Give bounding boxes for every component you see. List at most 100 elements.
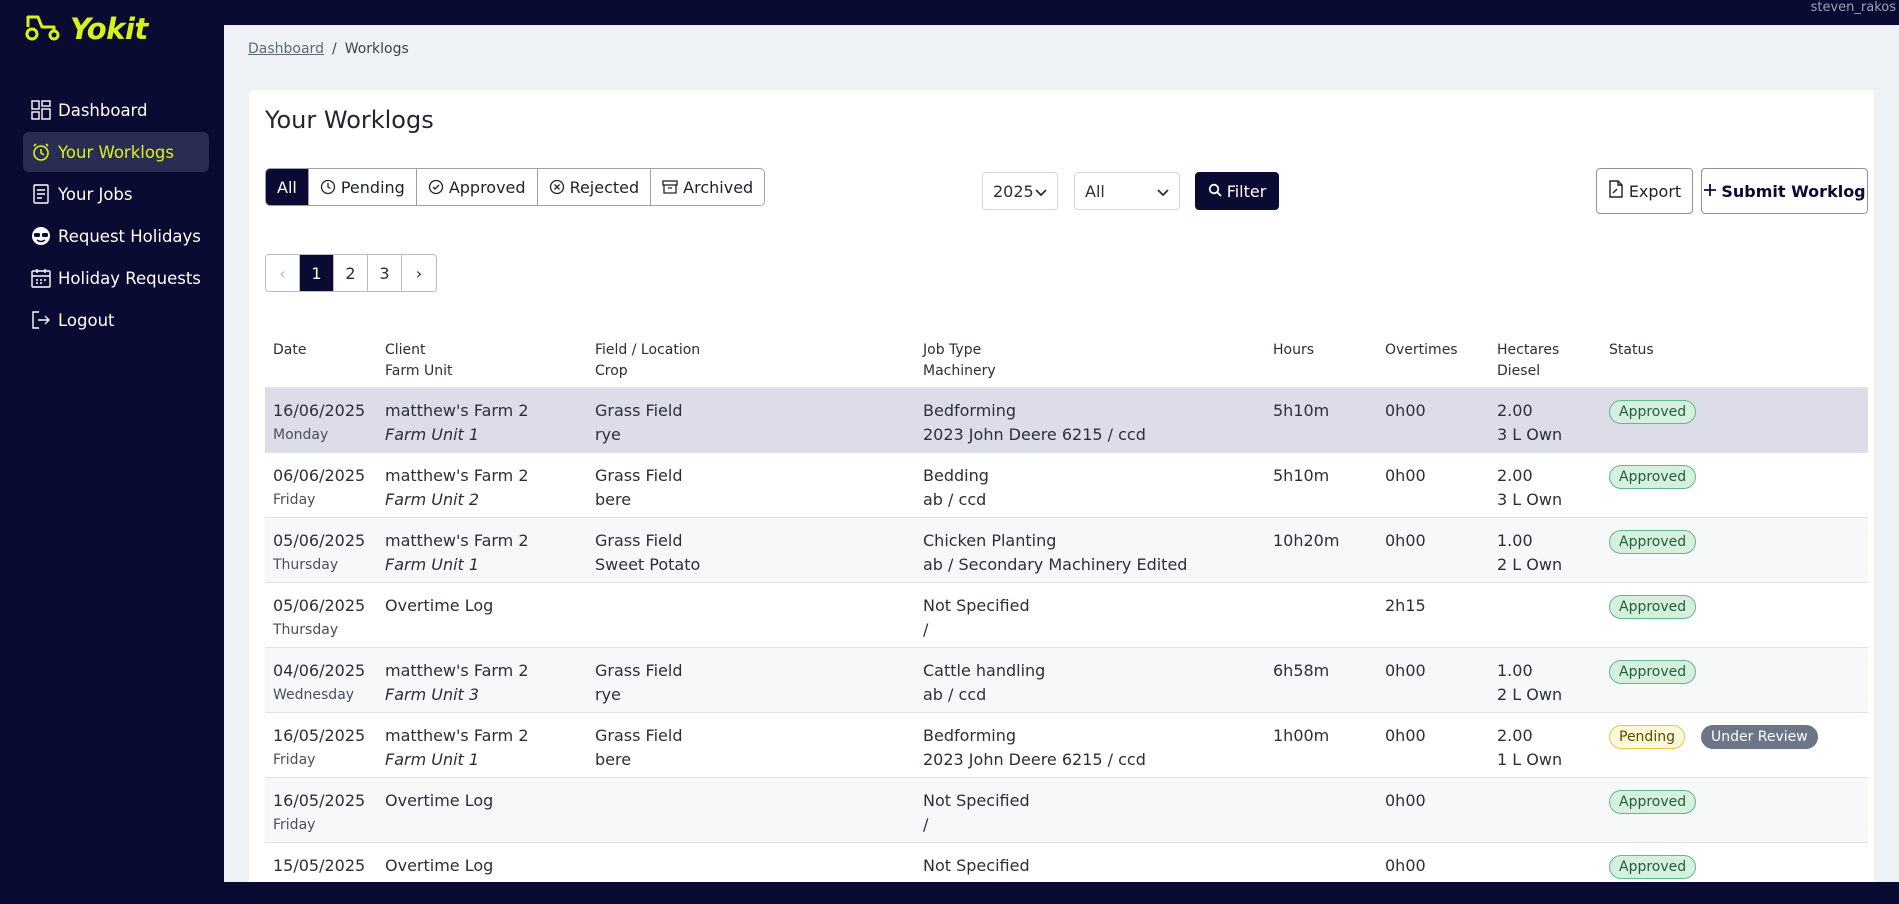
status-tabs: All Pending Approved Rejected Archived xyxy=(265,168,766,206)
cell-date-day: Friday xyxy=(273,817,316,833)
top-bar: steven_rakos xyxy=(0,0,1899,25)
cell-field-crop: Sweet Potato xyxy=(595,555,701,574)
cell-client-client: matthew's Farm 2 xyxy=(385,466,529,485)
cell-date-date: 06/06/2025 xyxy=(273,466,366,485)
status-badge: Approved xyxy=(1609,400,1697,424)
cell-job: Bedforming 2023 John Deere 6215 / ccd xyxy=(915,713,1265,777)
header-date[interactable]: Date xyxy=(265,340,377,387)
pagination-prev-button[interactable]: ‹ xyxy=(266,255,300,291)
status-badge: Approved xyxy=(1609,660,1697,684)
status-badge: Pending xyxy=(1609,725,1685,749)
cell-date-day: Monday xyxy=(273,427,329,443)
cell-job-machinery: / xyxy=(923,620,929,639)
cell-hectares: 2.00 1 L Own xyxy=(1489,713,1601,777)
archive-icon xyxy=(662,179,678,195)
cell-job-job-type: Not Specified xyxy=(923,856,1030,875)
tab-label: Rejected xyxy=(569,177,640,197)
sidebar-item-your-jobs[interactable]: Your Jobs xyxy=(23,174,209,214)
header-job-type[interactable]: Job Type Machinery xyxy=(915,340,1265,387)
pagination-page-3[interactable]: 3 xyxy=(368,255,402,291)
table-row[interactable]: 06/06/2025 Friday matthew's Farm 2 Farm Uni… xyxy=(265,453,1868,518)
table-row[interactable]: 05/06/2025 Thursday Overtime Log Not Specif… xyxy=(265,583,1868,648)
type-select[interactable]: All xyxy=(1074,172,1180,210)
username-label[interactable]: steven_rakos xyxy=(1811,0,1896,15)
filter-button[interactable]: Filter xyxy=(1195,172,1279,210)
tab-label: All xyxy=(277,177,297,197)
tractor-icon xyxy=(24,13,62,45)
table-row[interactable]: 16/05/2025 Friday matthew's Farm 2 Farm Uni… xyxy=(265,713,1868,778)
sidebar-item-request-holidays[interactable]: Request Holidays xyxy=(23,216,209,256)
header-overtimes[interactable]: Overtimes xyxy=(1377,340,1489,387)
cell-date-date: 05/06/2025 xyxy=(273,531,366,550)
table-row[interactable]: 04/06/2025 Wednesday matthew's Farm 2 Farm … xyxy=(265,648,1868,713)
tab-archived[interactable]: Archived xyxy=(651,169,765,205)
header-hours[interactable]: Hours xyxy=(1265,340,1377,387)
cell-field-field: Grass Field xyxy=(595,661,683,680)
cell-status: Approved xyxy=(1601,648,1868,712)
cell-field xyxy=(587,778,915,842)
cell-date-day: Friday xyxy=(273,752,316,768)
cell-job-job-type: Not Specified xyxy=(923,791,1030,810)
export-button[interactable]: Export xyxy=(1596,168,1693,214)
tab-rejected[interactable]: Rejected xyxy=(537,169,652,205)
cell-client: Overtime Log xyxy=(377,583,587,647)
cell-job: Not Specified / xyxy=(915,778,1265,842)
cell-status: Approved xyxy=(1601,388,1868,452)
sidebar-item-your-worklogs[interactable]: Your Worklogs xyxy=(23,132,209,172)
cell-job-machinery: ab / ccd xyxy=(923,685,987,704)
table-row[interactable]: 16/05/2025 Friday Overtime Log Not Specifie… xyxy=(265,778,1868,843)
app-logo[interactable]: Yokit xyxy=(24,12,148,46)
cell-job: Chicken Planting ab / Secondary Machinery… xyxy=(915,518,1265,582)
table-row[interactable]: 15/05/2025 Overtime Log Not Specified 0h00 A… xyxy=(265,843,1868,882)
cell-hectares: 1.00 2 L Own xyxy=(1489,518,1601,582)
cell-overtimes: 0h00 xyxy=(1377,648,1489,712)
sidebar-item-logout[interactable]: Logout xyxy=(23,300,209,340)
cell-hours: 10h20m xyxy=(1265,518,1377,582)
header-status[interactable]: Status xyxy=(1601,340,1868,387)
header-client[interactable]: Client Farm Unit xyxy=(377,340,587,387)
cell-client-client: matthew's Farm 2 xyxy=(385,401,529,420)
pagination-next-button[interactable]: › xyxy=(402,255,436,291)
tab-pending[interactable]: Pending xyxy=(308,169,417,205)
header-field[interactable]: Field / Location Crop xyxy=(587,340,915,387)
cell-job-machinery: ab / ccd xyxy=(923,490,987,509)
cell-date-day: Wednesday xyxy=(273,687,355,703)
plus-icon xyxy=(1703,182,1717,201)
pagination-page-1[interactable]: 1 xyxy=(300,255,334,291)
sidebar-item-dashboard[interactable]: Dashboard xyxy=(23,90,209,130)
cell-client-client: matthew's Farm 2 xyxy=(385,531,529,550)
table-row[interactable]: 05/06/2025 Thursday matthew's Farm 2 Farm U… xyxy=(265,518,1868,583)
breadcrumb-dashboard-link[interactable]: Dashboard xyxy=(248,41,324,57)
clock-icon xyxy=(320,179,336,195)
sidebar-item-label: Holiday Requests xyxy=(58,268,201,288)
header-hectares[interactable]: Hectares Diesel xyxy=(1489,340,1601,387)
cell-date-date: 15/05/2025 xyxy=(273,856,366,875)
cell-job: Not Specified xyxy=(915,843,1265,882)
sidebar-item-label: Request Holidays xyxy=(58,226,201,246)
cell-field-field: Grass Field xyxy=(595,466,683,485)
tab-all[interactable]: All xyxy=(266,169,309,205)
year-select-value: 2025 xyxy=(993,181,1034,201)
tab-approved[interactable]: Approved xyxy=(416,169,538,205)
cell-field: Grass Field Sweet Potato xyxy=(587,518,915,582)
table-body: 16/06/2025 Monday matthew's Farm 2 Farm Uni… xyxy=(265,388,1868,882)
cell-overtimes: 0h00 xyxy=(1377,778,1489,842)
cell-hours-hours: 5h10m xyxy=(1273,466,1330,485)
cell-client-farm-unit: Farm Unit 1 xyxy=(385,425,480,444)
cell-job-job-type: Bedforming xyxy=(923,726,1017,745)
submit-worklog-button[interactable]: Submit Worklog xyxy=(1701,168,1868,214)
x-circle-icon xyxy=(549,179,565,195)
cell-client-client: Overtime Log xyxy=(385,791,494,810)
cell-overtimes-overtimes: 0h00 xyxy=(1385,531,1426,550)
year-select[interactable]: 2025 xyxy=(982,172,1058,210)
pagination-page-2[interactable]: 2 xyxy=(334,255,368,291)
cell-overtimes: 0h00 xyxy=(1377,843,1489,882)
cell-date: 06/06/2025 Friday xyxy=(265,453,377,517)
sidebar-item-holiday-requests[interactable]: Holiday Requests xyxy=(23,258,209,298)
cell-hours-hours: 5h10m xyxy=(1273,401,1330,420)
cell-date-day: Thursday xyxy=(273,622,339,638)
chevron-down-icon xyxy=(1035,182,1047,201)
cell-job: Cattle handling ab / ccd xyxy=(915,648,1265,712)
cell-date: 05/06/2025 Thursday xyxy=(265,583,377,647)
table-row[interactable]: 16/06/2025 Monday matthew's Farm 2 Farm Uni… xyxy=(265,388,1868,453)
